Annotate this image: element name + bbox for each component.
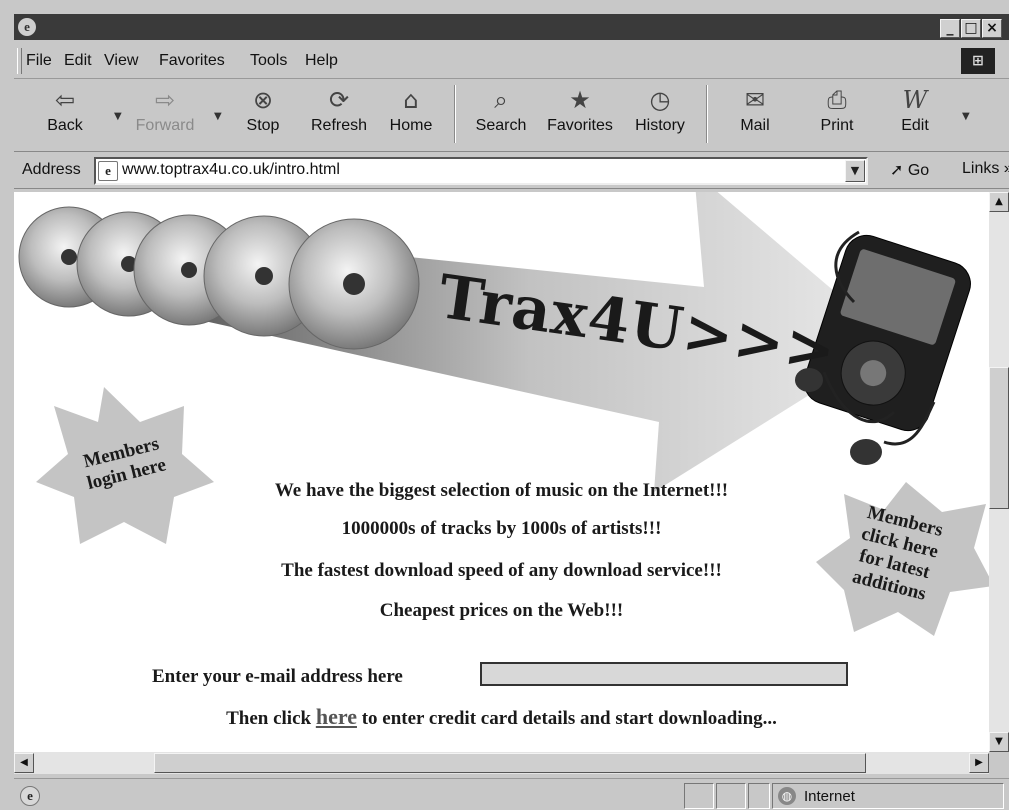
history-label: History <box>635 117 685 134</box>
scroll-down-icon[interactable]: ▼ <box>989 732 1009 752</box>
horizontal-scrollbar[interactable]: ◀ ▶ <box>14 752 989 774</box>
cta-suffix: to enter credit card details and start d… <box>361 708 777 729</box>
search-icon: ⌕ <box>494 86 508 114</box>
print-label: Print <box>820 117 854 134</box>
page-viewport: Trax4U>>> Members login here Members cli… <box>14 192 989 752</box>
address-label: Address <box>22 161 81 178</box>
print-button[interactable]: ⎙ Print <box>802 83 872 147</box>
menu-tools[interactable]: Tools <box>250 52 287 70</box>
browser-window: e _ □ × File Edit View Favorites Tools H… <box>0 0 1009 810</box>
back-label: Back <box>47 117 83 134</box>
go-arrow-icon: ➚ <box>890 162 904 179</box>
vertical-scroll-thumb[interactable] <box>989 367 1009 509</box>
cta-line: Then click here to enter credit card det… <box>14 704 989 730</box>
back-arrow-icon: ⇦ <box>54 86 76 114</box>
scroll-right-icon[interactable]: ▶ <box>969 753 989 773</box>
page-status-icon: e <box>20 786 40 806</box>
go-button[interactable]: ➚ Go <box>890 160 929 180</box>
cta-prefix: Then click <box>226 708 312 729</box>
stop-button[interactable]: ⊗ Stop <box>228 83 298 147</box>
security-zone-label: Internet <box>804 788 855 805</box>
menu-grip <box>17 48 22 74</box>
forward-dropdown-icon[interactable]: ▼ <box>214 111 222 122</box>
tagline-selection: We have the biggest selection of music o… <box>274 480 729 501</box>
print-icon: ⎙ <box>827 86 847 114</box>
status-panel <box>748 783 770 809</box>
status-panel <box>716 783 746 809</box>
stop-icon: ⊗ <box>252 86 274 114</box>
page-icon: e <box>98 161 118 181</box>
toolbar-more-icon[interactable]: ▼ <box>962 111 970 122</box>
horizontal-scroll-thumb[interactable] <box>154 753 866 773</box>
forward-label: Forward <box>135 117 195 134</box>
menu-bar: File Edit View Favorites Tools Help ⊞ <box>14 44 1009 79</box>
menu-favorites[interactable]: Favorites <box>159 52 225 70</box>
search-label: Search <box>475 117 527 134</box>
earbud-right <box>850 439 882 465</box>
email-input[interactable] <box>480 662 848 686</box>
refresh-icon: ⟳ <box>328 86 350 114</box>
standard-toolbar: ⇦ Back ▼ ⇨ Forward ▼ ⊗ Stop ⟳ Refresh ⌂ … <box>14 79 1009 152</box>
mail-button[interactable]: ✉ Mail <box>720 83 790 147</box>
tagline-speed: The fastest download speed of any downlo… <box>281 560 722 581</box>
stop-label: Stop <box>246 117 280 134</box>
toolbar-separator <box>454 85 456 143</box>
edit-button[interactable]: W Edit <box>880 83 950 147</box>
edit-icon: W <box>902 86 928 114</box>
vertical-scrollbar[interactable]: ▲ ▼ <box>989 192 1009 752</box>
search-button[interactable]: ⌕ Search <box>466 83 536 147</box>
back-button[interactable]: ⇦ Back <box>30 83 100 147</box>
address-dropdown-icon[interactable]: ▼ <box>845 160 865 182</box>
scroll-up-icon[interactable]: ▲ <box>989 192 1009 212</box>
toolbar-separator <box>706 85 708 143</box>
maximize-button[interactable]: □ <box>961 19 981 38</box>
scroll-left-icon[interactable]: ◀ <box>14 753 34 773</box>
menu-help[interactable]: Help <box>305 52 338 70</box>
forward-arrow-icon: ⇨ <box>154 86 176 114</box>
history-icon: ◷ <box>649 86 671 114</box>
title-bar: e _ □ × <box>14 14 1009 40</box>
minimize-button[interactable]: _ <box>940 19 960 38</box>
internet-globe-icon: ◍ <box>778 787 796 805</box>
cta-here-link[interactable]: here <box>316 704 357 729</box>
menu-file[interactable]: File <box>26 52 52 70</box>
cd-stack-graphic <box>18 206 420 350</box>
forward-button[interactable]: ⇨ Forward <box>130 83 200 147</box>
close-button[interactable]: × <box>982 19 1002 38</box>
home-label: Home <box>389 117 433 134</box>
mail-icon: ✉ <box>744 86 766 114</box>
tagline-tracks: 1000000s of tracks by 1000s of artists!!… <box>341 518 662 539</box>
favorites-icon: ★ <box>569 86 591 114</box>
links-button[interactable]: Links » <box>962 160 1009 178</box>
address-url[interactable]: www.toptrax4u.co.uk/intro.html <box>122 161 340 179</box>
status-panel <box>684 783 714 809</box>
favorites-label: Favorites <box>547 117 613 134</box>
status-bar: e ◍ Internet <box>14 778 1009 810</box>
refresh-label: Refresh <box>310 117 368 134</box>
refresh-button[interactable]: ⟳ Refresh <box>304 83 374 147</box>
menu-view[interactable]: View <box>104 52 138 70</box>
home-icon: ⌂ <box>403 86 419 114</box>
home-button[interactable]: ⌂ Home <box>376 83 446 147</box>
history-button[interactable]: ◷ History <box>625 83 695 147</box>
address-field[interactable]: e www.toptrax4u.co.uk/intro.html ▼ <box>94 157 868 185</box>
email-label: Enter your e-mail address here <box>152 666 403 687</box>
address-bar: Address e www.toptrax4u.co.uk/intro.html… <box>14 152 1009 189</box>
ie-logo-icon: e <box>18 18 36 36</box>
menu-edit[interactable]: Edit <box>64 52 92 70</box>
edit-label: Edit <box>901 117 929 134</box>
back-dropdown-icon[interactable]: ▼ <box>114 111 122 122</box>
go-label: Go <box>907 162 930 179</box>
favorites-button[interactable]: ★ Favorites <box>545 83 615 147</box>
tagline-prices: Cheapest prices on the Web!!! <box>379 600 624 621</box>
mail-label: Mail <box>740 117 770 134</box>
windows-flag-icon: ⊞ <box>961 48 995 74</box>
